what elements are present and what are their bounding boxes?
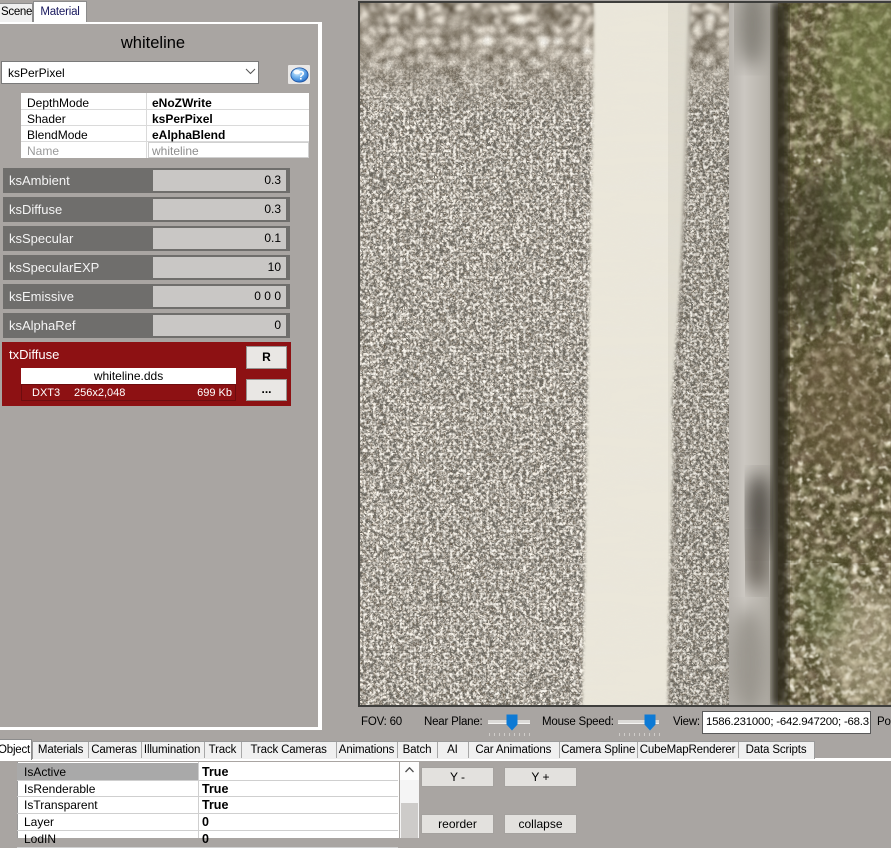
svg-text:?: ? <box>297 68 304 82</box>
